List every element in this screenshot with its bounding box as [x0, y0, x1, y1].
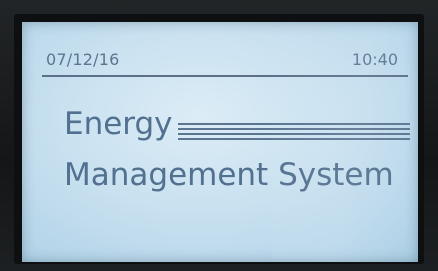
decorative-line — [178, 138, 410, 140]
decorative-line — [178, 123, 410, 125]
decorative-line — [178, 133, 410, 135]
date-display: 07/12/16 — [46, 50, 120, 69]
header-divider — [42, 75, 408, 77]
title-line-energy: Energy — [64, 106, 173, 142]
title-line-management-system: Management System — [64, 157, 394, 193]
decorative-line — [178, 128, 410, 130]
device-bezel: 07/12/16 10:40 Energy Management System — [0, 0, 438, 271]
title-decorative-lines — [178, 121, 410, 143]
time-display: 10:40 — [351, 50, 398, 69]
lcd-screen: 07/12/16 10:40 Energy Management System — [22, 22, 418, 262]
